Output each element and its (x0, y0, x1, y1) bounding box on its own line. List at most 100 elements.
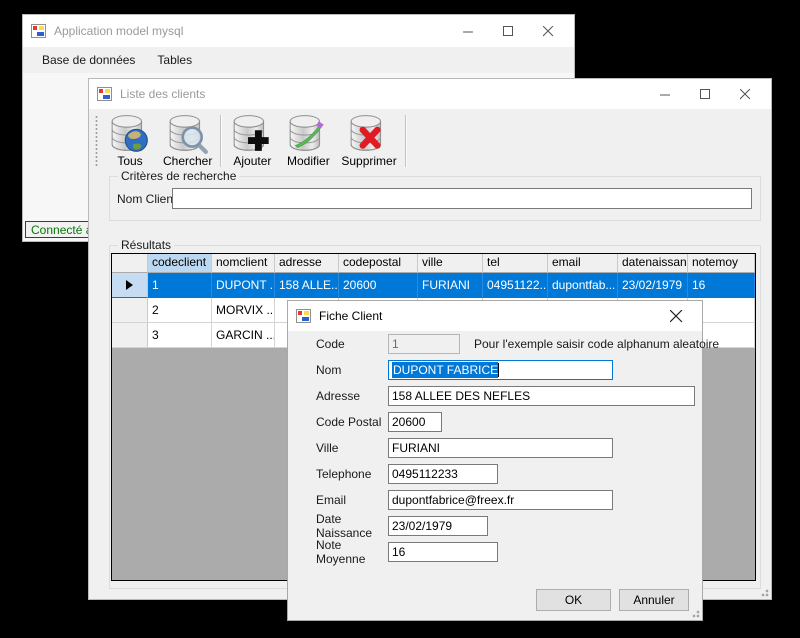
cell-codepostal[interactable]: 20600 (339, 273, 418, 298)
selected-text: DUPONT FABRICE (392, 362, 498, 378)
tous-button[interactable]: Tous (102, 112, 158, 169)
menu-bar: Base de données Tables (23, 47, 574, 73)
menu-tables[interactable]: Tables (146, 49, 203, 71)
annuler-button[interactable]: Annuler (619, 589, 689, 611)
ok-button[interactable]: OK (536, 589, 611, 611)
nom-client-input[interactable] (172, 188, 752, 209)
toolbar-separator (405, 115, 406, 167)
main-titlebar: Application model mysql (23, 15, 574, 47)
text-caret (498, 363, 499, 377)
code-postal-label: Code Postal (316, 415, 388, 429)
date-naissance-label: Date Naissance (316, 512, 388, 540)
tous-label: Tous (117, 154, 142, 168)
nom-row: Nom DUPONT FABRICE (288, 357, 702, 383)
telephone-row: Telephone (288, 461, 702, 487)
adresse-row: Adresse (288, 383, 702, 409)
app-icon (31, 23, 47, 39)
cell-nomclient[interactable]: MORVIX ... (212, 298, 275, 323)
email-label: Email (316, 493, 388, 507)
close-icon[interactable] (725, 80, 765, 108)
code-label: Code (316, 337, 388, 351)
row-header-cell[interactable] (112, 323, 148, 348)
grid-corner-cell[interactable] (112, 254, 148, 273)
table-row[interactable]: 1 DUPONT ... 158 ALLE... 20600 FURIANI 0… (112, 273, 755, 298)
cell-codeclient[interactable]: 2 (148, 298, 212, 323)
dialog-resize-grip[interactable] (690, 608, 700, 618)
criteres-groupbox: Critères de recherche Nom Client (109, 176, 761, 221)
nom-client-label: Nom Client (117, 192, 176, 206)
app-icon (296, 308, 312, 324)
toolbar-separator (220, 115, 221, 167)
column-header-email[interactable]: email (548, 254, 618, 273)
cell-codeclient[interactable]: 3 (148, 323, 212, 348)
column-header-codepostal[interactable]: codepostal (339, 254, 418, 273)
column-header-ville[interactable]: ville (418, 254, 483, 273)
ville-row: Ville (288, 435, 702, 461)
email-field[interactable] (388, 490, 613, 510)
main-window-title: Application model mysql (54, 24, 183, 38)
note-moyenne-label: Note Moyenne (316, 538, 388, 566)
code-postal-field[interactable] (388, 412, 442, 432)
code-row: Code Pour l'exemple saisir code alphanum… (288, 331, 702, 357)
close-icon[interactable] (656, 302, 696, 330)
code-postal-row: Code Postal (288, 409, 702, 435)
adresse-field[interactable] (388, 386, 695, 406)
ajouter-button[interactable]: Ajouter (224, 112, 280, 169)
cell-nomclient[interactable]: GARCIN ... (212, 323, 275, 348)
dialog-title: Fiche Client (319, 309, 382, 323)
column-header-notemoy[interactable]: notemoy (688, 254, 755, 273)
grid-header-row: codeclient nomclient adresse codepostal … (112, 254, 755, 273)
telephone-field[interactable] (388, 464, 498, 484)
ville-field[interactable] (388, 438, 613, 458)
criteres-group-title: Critères de recherche (118, 169, 239, 183)
ville-label: Ville (316, 441, 388, 455)
note-moyenne-field[interactable] (388, 542, 498, 562)
minimize-icon[interactable] (448, 17, 488, 45)
minimize-icon[interactable] (645, 80, 685, 108)
cell-email[interactable]: dupontfab... (548, 273, 618, 298)
email-row: Email (288, 487, 702, 513)
modifier-button[interactable]: Modifier (280, 112, 336, 169)
database-add-icon (229, 113, 275, 155)
cell-nomclient[interactable]: DUPONT ... (212, 273, 275, 298)
current-row-arrow-icon (126, 280, 133, 290)
database-globe-icon (107, 113, 153, 155)
maximize-icon[interactable] (488, 17, 528, 45)
row-header-cell[interactable] (112, 273, 148, 298)
cell-datenaissance[interactable]: 23/02/1979 (618, 273, 688, 298)
chercher-button[interactable]: Chercher (158, 112, 217, 169)
modifier-label: Modifier (287, 154, 330, 168)
dialog-titlebar: Fiche Client (288, 301, 702, 331)
app-icon (97, 86, 113, 102)
maximize-icon[interactable] (685, 80, 725, 108)
close-icon[interactable] (528, 17, 568, 45)
row-header-cell[interactable] (112, 298, 148, 323)
supprimer-label: Supprimer (341, 154, 396, 168)
dialog-buttons: OK Annuler (536, 589, 689, 611)
cell-codeclient[interactable]: 1 (148, 273, 212, 298)
ajouter-label: Ajouter (233, 154, 271, 168)
column-header-nomclient[interactable]: nomclient (212, 254, 275, 273)
column-header-codeclient[interactable]: codeclient (148, 254, 212, 273)
nom-field[interactable]: DUPONT FABRICE (388, 360, 613, 380)
cell-adresse[interactable]: 158 ALLE... (275, 273, 339, 298)
nom-label: Nom (316, 363, 388, 377)
menu-base-de-donnees[interactable]: Base de données (31, 49, 146, 71)
note-moyenne-row: Note Moyenne (288, 539, 702, 565)
date-naissance-field[interactable] (388, 516, 488, 536)
cell-tel[interactable]: 04951122... (483, 273, 548, 298)
date-naissance-row: Date Naissance (288, 513, 702, 539)
database-edit-icon (285, 113, 331, 155)
chercher-label: Chercher (163, 154, 212, 168)
cell-notemoy[interactable]: 16 (688, 273, 755, 298)
telephone-label: Telephone (316, 467, 388, 481)
cell-ville[interactable]: FURIANI (418, 273, 483, 298)
liste-window-title: Liste des clients (120, 87, 205, 101)
column-header-tel[interactable]: tel (483, 254, 548, 273)
code-field (388, 334, 460, 354)
liste-titlebar: Liste des clients (89, 79, 771, 109)
supprimer-button[interactable]: Supprimer (336, 112, 401, 169)
column-header-datenaissance[interactable]: datenaissance (618, 254, 688, 273)
column-header-adresse[interactable]: adresse (275, 254, 339, 273)
toolbar-grip[interactable] (95, 115, 98, 167)
